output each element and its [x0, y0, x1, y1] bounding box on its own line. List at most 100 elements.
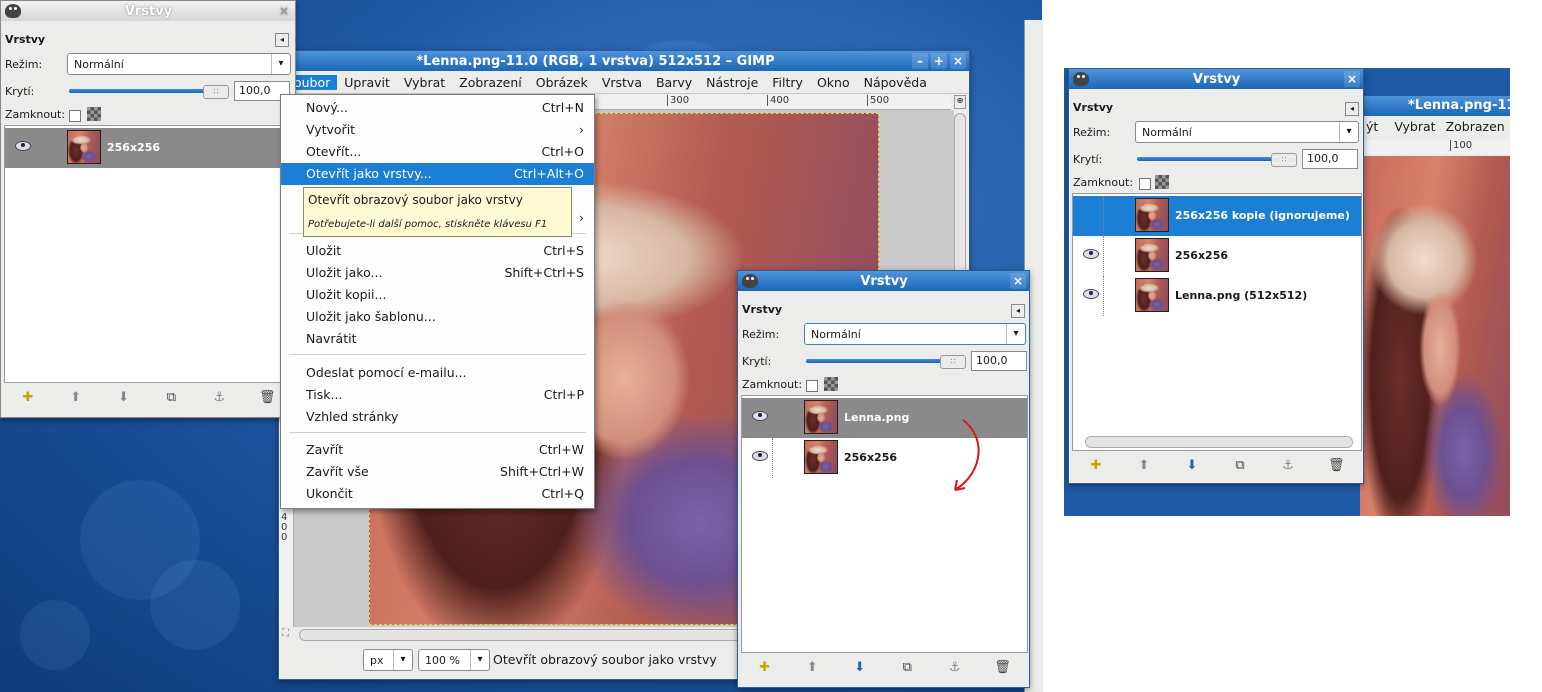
raise-layer-icon[interactable]: ⬆ [68, 390, 84, 406]
menu-filtry[interactable]: Filtry [765, 75, 810, 90]
duplicate-layer-icon[interactable]: ⧉ [899, 660, 915, 676]
close-icon[interactable]: × [950, 53, 966, 69]
layer-name[interactable]: 256x256 [107, 141, 160, 154]
chain-column[interactable] [772, 398, 773, 438]
anchor-layer-icon[interactable]: ⚓ [1280, 458, 1296, 474]
new-layer-icon[interactable]: ✚ [1088, 458, 1104, 474]
mode-select[interactable]: Normální ▾ [1135, 121, 1359, 143]
layer-name[interactable]: Lenna.png (512x512) [1175, 289, 1307, 302]
menu-item-open[interactable]: Otevřít... Ctrl+O [281, 141, 594, 163]
mode-select[interactable]: Normální ▾ [804, 323, 1026, 345]
layer-name[interactable]: 256x256 [844, 451, 897, 464]
layer-row[interactable]: 256x256 [5, 128, 292, 168]
opacity-input[interactable]: 100,0 [1302, 149, 1358, 169]
eye-icon[interactable] [752, 411, 768, 421]
minimize-icon[interactable]: – [912, 53, 928, 69]
eye-icon[interactable] [15, 141, 31, 151]
horizontal-ruler[interactable]: 300 400 500 [595, 95, 951, 110]
anchor-layer-icon[interactable]: ⚓ [947, 660, 963, 676]
layer-name[interactable]: Lenna.png [844, 411, 909, 424]
lock-alpha-icon[interactable] [824, 377, 838, 391]
layers-dock-middle-titlebar[interactable]: Vrstvy × [738, 271, 1029, 291]
lock-pixels-checkbox[interactable] [1139, 178, 1151, 190]
zoom-select[interactable]: 100 % ▾ [418, 649, 490, 671]
close-icon[interactable]: × [276, 3, 292, 19]
opacity-slider-handle[interactable]: ∷ [203, 85, 229, 99]
eye-icon[interactable] [1083, 289, 1099, 299]
layer-row[interactable]: 256x256 [1073, 236, 1361, 276]
menu-nastroje[interactable]: Nástroje [699, 75, 765, 90]
menu-item-close-all[interactable]: Zavřít vše Shift+Ctrl+W [281, 461, 594, 483]
eye-icon[interactable] [1083, 249, 1099, 259]
new-layer-icon[interactable]: ✚ [757, 660, 773, 676]
menu-item-revert[interactable]: Navrátit [281, 328, 594, 350]
lower-layer-icon[interactable]: ⬇ [852, 660, 868, 676]
layer-name[interactable]: 256x256 kopie (ignorujeme) [1175, 209, 1350, 222]
chain-column[interactable] [1103, 236, 1104, 276]
duplicate-layer-icon[interactable]: ⧉ [163, 390, 179, 406]
menu-item-quit[interactable]: Ukončit Ctrl+Q [281, 483, 594, 505]
menu-item-new[interactable]: Nový... Ctrl+N [281, 97, 594, 119]
duplicate-layer-icon[interactable]: ⧉ [1232, 458, 1248, 474]
menu-vrstva[interactable]: Vrstva [595, 75, 649, 90]
menu-obrazek[interactable]: Obrázek [529, 75, 595, 90]
lock-pixels-checkbox[interactable] [69, 110, 81, 122]
layer-list-scrollbar[interactable] [1085, 436, 1353, 448]
menu-item-page-setup[interactable]: Vzhled stránky [281, 406, 594, 428]
tab-menu-icon[interactable]: ◂ [1345, 102, 1359, 116]
delete-layer-icon[interactable]: 🗑 [994, 660, 1011, 676]
opacity-slider[interactable] [1137, 157, 1293, 161]
zoom-navigate-icon[interactable]: ⊕ [954, 95, 966, 109]
lock-alpha-icon[interactable] [1155, 175, 1169, 189]
raise-layer-icon[interactable]: ⬆ [804, 660, 820, 676]
raise-layer-icon[interactable]: ⬆ [1136, 458, 1152, 474]
opacity-slider[interactable] [806, 359, 962, 363]
menu-item-close[interactable]: Zavřít Ctrl+W [281, 439, 594, 461]
tab-menu-icon[interactable]: ◂ [1011, 304, 1025, 318]
mode-select[interactable]: Normální ▾ [67, 53, 291, 75]
bg-menu-item[interactable]: Vybrat [1386, 119, 1443, 134]
chain-column[interactable] [1103, 196, 1104, 236]
chain-column[interactable] [35, 128, 36, 168]
opacity-slider-handle[interactable]: ∷ [940, 355, 966, 369]
menu-item-save-as[interactable]: Uložit jako... Shift+Ctrl+S [281, 262, 594, 284]
eye-icon[interactable] [752, 451, 768, 461]
new-layer-icon[interactable]: ✚ [20, 390, 36, 406]
layer-name[interactable]: 256x256 [1175, 249, 1228, 262]
lower-layer-icon[interactable]: ⬇ [116, 390, 132, 406]
menu-item-send-email[interactable]: Odeslat pomocí e-mailu... [281, 362, 594, 384]
layers-dock-right-titlebar[interactable]: Vrstvy × [1069, 69, 1363, 89]
unit-select[interactable]: px ▾ [363, 649, 413, 671]
bg-menu-item[interactable]: Zobrazen [1444, 119, 1507, 134]
menu-okno[interactable]: Okno [810, 75, 857, 90]
layer-row[interactable]: 256x256 kopie (ignorujeme) [1073, 196, 1361, 236]
lock-pixels-checkbox[interactable] [806, 380, 818, 392]
menu-item-save-copy[interactable]: Uložit kopii... [281, 284, 594, 306]
menu-item-print[interactable]: Tisk... Ctrl+P [281, 384, 594, 406]
maximize-icon[interactable]: + [931, 53, 947, 69]
layers-dock-left-titlebar[interactable]: Vrstvy × [1, 1, 295, 21]
close-icon[interactable]: × [1010, 273, 1026, 289]
close-icon[interactable]: × [1344, 71, 1360, 87]
menu-napoveda[interactable]: Nápověda [857, 75, 934, 90]
tab-menu-icon[interactable]: ◂ [275, 33, 289, 47]
chain-column[interactable] [772, 438, 773, 478]
quick-mask-icon[interactable]: ⛶ [282, 628, 294, 640]
opacity-slider[interactable] [69, 89, 225, 93]
menu-zobrazeni[interactable]: Zobrazení [452, 75, 529, 90]
menu-item-save-template[interactable]: Uložit jako šablonu... [281, 306, 594, 328]
delete-layer-icon[interactable]: 🗑 [1328, 458, 1345, 474]
menu-item-save[interactable]: Uložit Ctrl+S [281, 240, 594, 262]
lock-alpha-icon[interactable] [87, 107, 101, 121]
opacity-slider-handle[interactable]: ∷ [1271, 153, 1297, 167]
menu-item-open-as-layers[interactable]: Otevřít jako vrstvy... Ctrl+Alt+O [281, 163, 594, 185]
menu-vybrat[interactable]: Vybrat [397, 75, 452, 90]
delete-layer-icon[interactable]: 🗑 [259, 390, 276, 406]
menu-item-create[interactable]: Vytvořit › [281, 119, 594, 141]
menu-barvy[interactable]: Barvy [649, 75, 699, 90]
chain-column[interactable] [1103, 276, 1104, 316]
image-window-titlebar[interactable]: *Lenna.png-11.0 (RGB, 1 vrstva) 512x512 … [279, 51, 969, 71]
anchor-layer-icon[interactable]: ⚓ [211, 390, 227, 406]
layer-row[interactable]: Lenna.png (512x512) [1073, 276, 1361, 316]
menu-upravit[interactable]: Upravit [337, 75, 397, 90]
